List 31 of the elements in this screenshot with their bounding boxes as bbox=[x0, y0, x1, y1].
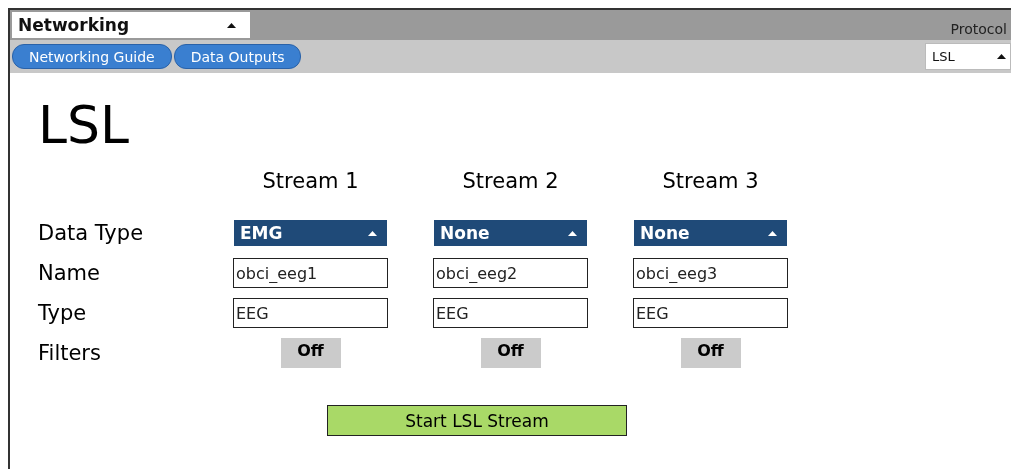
type-field[interactable]: EEG bbox=[633, 298, 788, 328]
caret-icon bbox=[997, 54, 1006, 59]
filters-toggle[interactable]: Off bbox=[680, 338, 741, 368]
nav-button[interactable]: Data Outputs bbox=[173, 44, 302, 69]
start-stream-button[interactable]: Start LSL Stream bbox=[327, 405, 627, 436]
row-label: Data Type bbox=[38, 220, 145, 247]
caret-icon bbox=[227, 22, 236, 28]
name-field[interactable]: obci_eeg3 bbox=[633, 258, 788, 288]
caret-icon bbox=[768, 230, 777, 236]
panel-dropdown[interactable]: Networking bbox=[12, 12, 250, 38]
caret-icon bbox=[368, 230, 377, 236]
stream-title: Stream 3 bbox=[661, 169, 760, 195]
data-type-dropdown[interactable]: None bbox=[634, 220, 787, 246]
stream-title: Stream 2 bbox=[461, 169, 560, 195]
data-type-dropdown[interactable]: EMG bbox=[234, 220, 387, 246]
nav-button[interactable]: Networking Guide bbox=[12, 44, 172, 69]
protocol-label: Protocol bbox=[950, 21, 1008, 39]
row-label: Type bbox=[38, 300, 88, 327]
row-label: Filters bbox=[38, 340, 102, 367]
type-field[interactable]: EEG bbox=[233, 298, 388, 328]
stream-title: Stream 1 bbox=[261, 169, 360, 195]
protocol-dropdown[interactable]: LSL bbox=[925, 43, 1011, 70]
data-type-dropdown[interactable]: None bbox=[434, 220, 587, 246]
filters-toggle[interactable]: Off bbox=[280, 338, 341, 368]
name-field[interactable]: obci_eeg2 bbox=[433, 258, 588, 288]
row-label: Name bbox=[38, 260, 101, 287]
filters-toggle[interactable]: Off bbox=[480, 338, 541, 368]
type-field[interactable]: EEG bbox=[433, 298, 588, 328]
caret-icon bbox=[568, 230, 577, 236]
page-heading: LSL bbox=[38, 99, 130, 151]
name-field[interactable]: obci_eeg1 bbox=[233, 258, 388, 288]
